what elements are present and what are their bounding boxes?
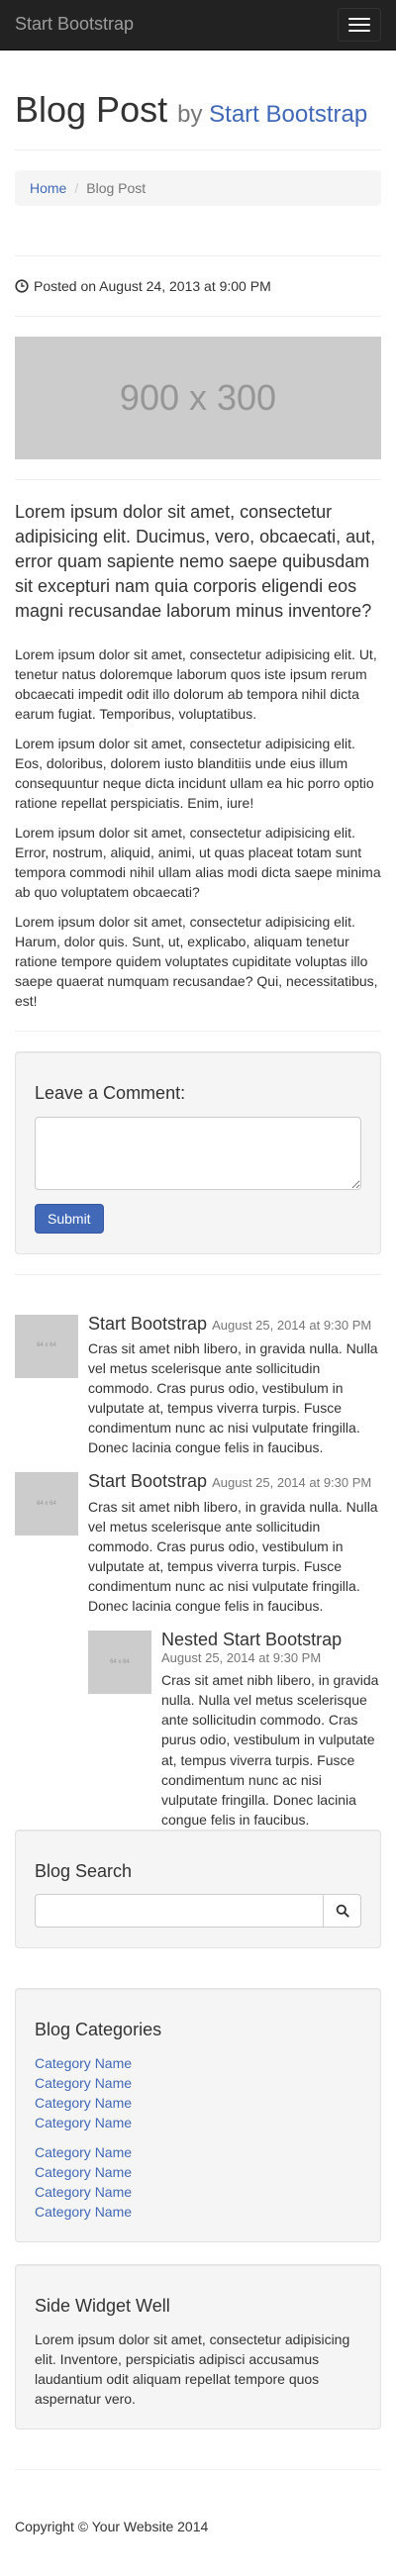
post-date: Posted on August 24, 2013 at 9:00 PM: [15, 276, 381, 296]
search-input[interactable]: [35, 1894, 323, 1929]
navbar-brand[interactable]: Start Bootstrap: [15, 12, 134, 38]
post-paragraph: Lorem ipsum dolor sit amet, consectetur …: [15, 735, 374, 811]
posted-text: Posted on August 24, 2013 at 9:00 PM: [34, 277, 271, 294]
category-link[interactable]: Category Name: [35, 2164, 132, 2180]
post-paragraph: Lorem ipsum dolor sit amet, consectetur …: [15, 824, 381, 900]
comment-date: August 25, 2014 at 9:30 PM: [212, 1475, 372, 1491]
navbar: Start Bootstrap: [0, 0, 396, 50]
blog-categories-well: Blog Categories Category Name Category N…: [15, 1988, 381, 2243]
comment-text: Cras sit amet nibh libero, in gravida nu…: [88, 1499, 378, 1615]
comment-author: Start Bootstrap: [88, 1313, 208, 1334]
comment-avatar: 64 x 64: [15, 1314, 78, 1378]
list-item: Category Name: [35, 2053, 361, 2073]
comments-list: 64 x 64 Start Bootstrap August 25, 2014 …: [15, 1313, 381, 1830]
post-title: Blog Post: [15, 89, 168, 130]
side-widget-text: Lorem ipsum dolor sit amet, consectetur …: [35, 2330, 350, 2407]
category-link[interactable]: Category Name: [35, 2184, 132, 2200]
page-container: Blog Post by Start Bootstrap Home / Blog…: [0, 90, 396, 2576]
comment-textarea[interactable]: [35, 1116, 361, 1190]
comment-heading: Start Bootstrap August 25, 2014 at 9:30 …: [88, 1472, 381, 1492]
comment-heading: Start Bootstrap August 25, 2014 at 9:30 …: [88, 1313, 381, 1335]
side-widget-well: Side Widget Well Lorem ipsum dolor sit a…: [15, 2264, 381, 2429]
hamburger-menu-icon: [348, 30, 370, 32]
comment-avatar: 64 x 64: [88, 1631, 151, 1695]
category-link[interactable]: Category Name: [35, 2075, 132, 2091]
divider: [15, 2468, 381, 2470]
search-icon: [336, 1904, 349, 1918]
search-group: [35, 1894, 361, 1929]
byline-prefix: by: [177, 101, 203, 128]
blog-search-well: Blog Search: [15, 1829, 381, 1949]
comment-avatar: 64 x 64: [15, 1472, 78, 1536]
comment-body: Nested Start Bootstrap August 25, 2014 a…: [161, 1630, 381, 1829]
list-item: Category Name: [35, 2073, 361, 2093]
divider: [15, 315, 381, 317]
footer: Copyright © Your Website 2014: [15, 2517, 381, 2576]
comment: 64 x 64 Start Bootstrap August 25, 2014 …: [15, 1313, 381, 1458]
comment-author: Nested Start Bootstrap: [161, 1630, 343, 1650]
category-link[interactable]: Category Name: [35, 2055, 132, 2071]
category-link[interactable]: Category Name: [35, 2204, 132, 2220]
divider: [15, 149, 381, 150]
side-widget-title: Side Widget Well: [35, 2296, 170, 2317]
divider: [15, 478, 381, 480]
breadcrumb-current: Blog Post: [86, 179, 147, 196]
list-item: Category Name: [35, 2182, 361, 2202]
post-paragraph: Lorem ipsum dolor sit amet, consectetur …: [15, 645, 377, 722]
comment-form-well: Leave a Comment: Submit: [15, 1050, 381, 1254]
comment-date: August 25, 2014 at 9:30 PM: [161, 1650, 322, 1666]
list-item: Category Name: [35, 2162, 361, 2182]
blog-categories-title: Blog Categories: [35, 2020, 162, 2040]
comment-body: Start Bootstrap August 25, 2014 at 9:30 …: [88, 1313, 381, 1458]
list-item: Category Name: [35, 2093, 361, 2113]
breadcrumb: Home / Blog Post: [15, 169, 381, 206]
category-list: Category Name Category Name Category Nam…: [35, 2142, 361, 2222]
image-size-label: 900 x 300: [119, 376, 277, 418]
divider: [15, 254, 381, 256]
hamburger-menu-icon: [348, 24, 370, 26]
comment-body: Start Bootstrap August 25, 2014 at 9:30 …: [88, 1472, 381, 1829]
comment-author: Start Bootstrap: [88, 1471, 208, 1492]
post-image-placeholder: 900 x 300: [15, 336, 381, 459]
category-list: Category Name Category Name Category Nam…: [35, 2053, 361, 2132]
comment-text: Cras sit amet nibh libero, in gravida nu…: [88, 1340, 378, 1456]
post-lead: Lorem ipsum dolor sit amet, consectetur …: [15, 501, 376, 622]
nested-comment: 64 x 64 Nested Start Bootstrap August 25…: [88, 1630, 381, 1829]
page-title: Blog Post by Start Bootstrap: [15, 90, 381, 130]
list-item: Category Name: [35, 2142, 361, 2162]
hamburger-menu-icon: [348, 18, 370, 20]
post-paragraph: Lorem ipsum dolor sit amet, consectetur …: [15, 913, 378, 1009]
category-link[interactable]: Category Name: [35, 2095, 132, 2111]
submit-button[interactable]: Submit: [35, 1203, 104, 1234]
comment: 64 x 64 Start Bootstrap August 25, 2014 …: [15, 1472, 381, 1829]
blog-search-title: Blog Search: [35, 1860, 133, 1881]
category-link[interactable]: Category Name: [35, 2144, 132, 2160]
comment-heading: Nested Start Bootstrap August 25, 2014 a…: [161, 1630, 381, 1666]
clock-icon: [15, 279, 29, 293]
list-item: Category Name: [35, 2202, 361, 2222]
menu-toggle-button[interactable]: [338, 8, 381, 42]
search-button[interactable]: [323, 1894, 361, 1929]
list-item: Category Name: [35, 2113, 361, 2132]
author-link[interactable]: Start Bootstrap: [209, 101, 367, 128]
breadcrumb-separator: /: [74, 179, 79, 196]
category-link[interactable]: Category Name: [35, 2115, 132, 2130]
divider: [15, 1030, 381, 1032]
comment-form-title: Leave a Comment:: [35, 1082, 186, 1103]
post-byline: by Start Bootstrap: [177, 101, 367, 128]
comment-text: Cras sit amet nibh libero, in gravida nu…: [161, 1672, 379, 1828]
divider: [15, 1273, 381, 1275]
copyright-text: Copyright © Your Website 2014: [15, 2518, 209, 2534]
breadcrumb-home-link[interactable]: Home: [30, 178, 66, 198]
comment-date: August 25, 2014 at 9:30 PM: [212, 1317, 372, 1333]
